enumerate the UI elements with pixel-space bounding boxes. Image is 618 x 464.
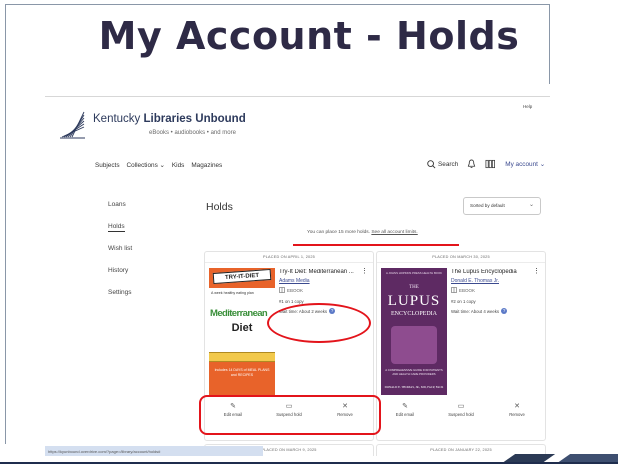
my-account-menu[interactable]: My account ⌄	[505, 160, 545, 168]
frame-line-top	[5, 4, 550, 5]
card-actions: ✎ Edit email ▭ Suspend hold ✕ Remove	[377, 402, 545, 417]
hold-position: #2 on 1 copy	[451, 299, 476, 304]
cover-title-line2: Diet	[231, 322, 253, 334]
annotation-rectangle	[199, 395, 381, 435]
cover-subtitle: A week healthy eating plan	[211, 291, 254, 295]
calendar-icon: ▭	[457, 403, 465, 410]
sidebar-item-wish-list[interactable]: Wish list	[108, 245, 132, 252]
divider	[205, 262, 373, 263]
frame-line-left	[5, 4, 6, 444]
search-label: Search	[438, 160, 459, 168]
more-options-icon[interactable]: ⋮	[533, 268, 540, 275]
nav-subjects[interactable]: Subjects	[95, 162, 120, 169]
cover-title-line1: Mediterranean	[210, 308, 268, 319]
annotation-circle	[267, 303, 371, 343]
placed-date: PLACED ON MARCH 30, 2025	[432, 255, 490, 259]
brand-tagline: eBooks • audiobooks • and more	[149, 130, 236, 136]
cover-publisher: A JOHNS HOPKINS PRESS HEALTH BOOK	[385, 271, 443, 275]
book-meta: The Lupus Encyclopedia Donald E. Thomas …	[451, 269, 543, 314]
sort-select[interactable]: Sorted by default ⌄	[463, 197, 541, 215]
brand-name: Kentucky Libraries Unbound	[93, 113, 246, 125]
hold-card: PLACED ON MARCH 30, 2025 A JOHNS HOPKINS…	[376, 251, 546, 441]
sidebar-item-history[interactable]: History	[108, 267, 128, 274]
book-icon	[279, 287, 285, 293]
annotation-underline	[293, 236, 459, 246]
suspend-hold-button[interactable]: ▭ Suspend hold	[433, 402, 489, 417]
placed-date: PLACED ON APRIL 1, 2025	[263, 255, 315, 259]
sidebar-item-holds[interactable]: Holds	[108, 223, 125, 232]
wait-time: Wait time: About 4 weeks?	[451, 308, 508, 314]
bell-icon[interactable]	[467, 159, 476, 169]
book-author[interactable]: Adams Media	[279, 278, 371, 284]
book-author[interactable]: Donald E. Thomas Jr.	[451, 278, 543, 284]
status-bar-url: https://kyunbound.overdrive.com/?page=/l…	[45, 446, 263, 456]
book-cover[interactable]: A JOHNS HOPKINS PRESS HEALTH BOOK THE LU…	[381, 268, 447, 395]
book-format: EBOOK	[451, 287, 543, 293]
holds-heading: Holds	[206, 201, 233, 213]
chevron-down-icon: ⌄	[528, 202, 534, 208]
holds-limit-info: You can place 15 more holds. See all acc…	[307, 230, 418, 235]
measuring-tape	[209, 352, 275, 362]
remove-button[interactable]: ✕ Remove	[489, 402, 545, 417]
main-nav: Subjects Collections ⌄ Kids Magazines	[95, 161, 222, 170]
slide: My Account - Holds Kentucky Libraries Un…	[0, 0, 618, 464]
nav-kids[interactable]: Kids	[172, 162, 184, 169]
help-link[interactable]: Help	[523, 104, 532, 109]
search-button[interactable]: Search	[427, 159, 459, 169]
search-icon	[427, 159, 436, 168]
bookshelf-icon[interactable]	[485, 159, 496, 169]
book-format: EBOOK	[279, 287, 371, 293]
book-title[interactable]: Try-It Diet: Mediterranean ...	[279, 269, 371, 275]
cover-note: A COMPREHENSIVE GUIDE FOR PATIENTS AND H…	[385, 368, 443, 376]
sort-label: Sorted by default	[470, 203, 505, 208]
cover-illustration	[391, 326, 437, 364]
library-logo-icon	[60, 111, 85, 139]
cover-author: DONALD E. THOMAS, JR., MD, FACP, FACR	[384, 385, 444, 389]
slide-title: My Account - Holds	[98, 14, 520, 58]
cover-title-line2: ENCYCLOPEDIA	[391, 311, 437, 317]
edit-icon: ✎	[402, 403, 408, 410]
screenshot-panel: Kentucky Libraries Unbound eBooks • audi…	[45, 96, 550, 456]
decorative-stripes	[388, 424, 618, 464]
book-icon	[451, 287, 457, 293]
account-limits-link[interactable]: See all account limits.	[371, 230, 417, 235]
nav-collections[interactable]: Collections ⌄	[127, 161, 165, 169]
divider	[377, 262, 545, 263]
sidebar-item-settings[interactable]: Settings	[108, 289, 132, 296]
close-icon: ✕	[514, 403, 520, 410]
edit-email-button[interactable]: ✎ Edit email	[377, 402, 433, 417]
nav-magazines[interactable]: Magazines	[191, 162, 222, 169]
cover-note: Includes 14 DAYS of MEAL PLANS and RECIP…	[214, 368, 270, 377]
sidebar-item-loans[interactable]: Loans	[108, 201, 126, 208]
cover-title-line1: LUPUS	[387, 293, 441, 309]
book-cover[interactable]: TRY-IT-DIET A week healthy eating plan M…	[209, 268, 275, 395]
more-options-icon[interactable]: ⋮	[361, 268, 368, 275]
help-icon[interactable]: ?	[501, 308, 508, 314]
cover-the: THE	[409, 285, 419, 290]
nav-right: Search My account ⌄	[427, 159, 545, 169]
book-title[interactable]: The Lupus Encyclopedia	[451, 269, 543, 275]
